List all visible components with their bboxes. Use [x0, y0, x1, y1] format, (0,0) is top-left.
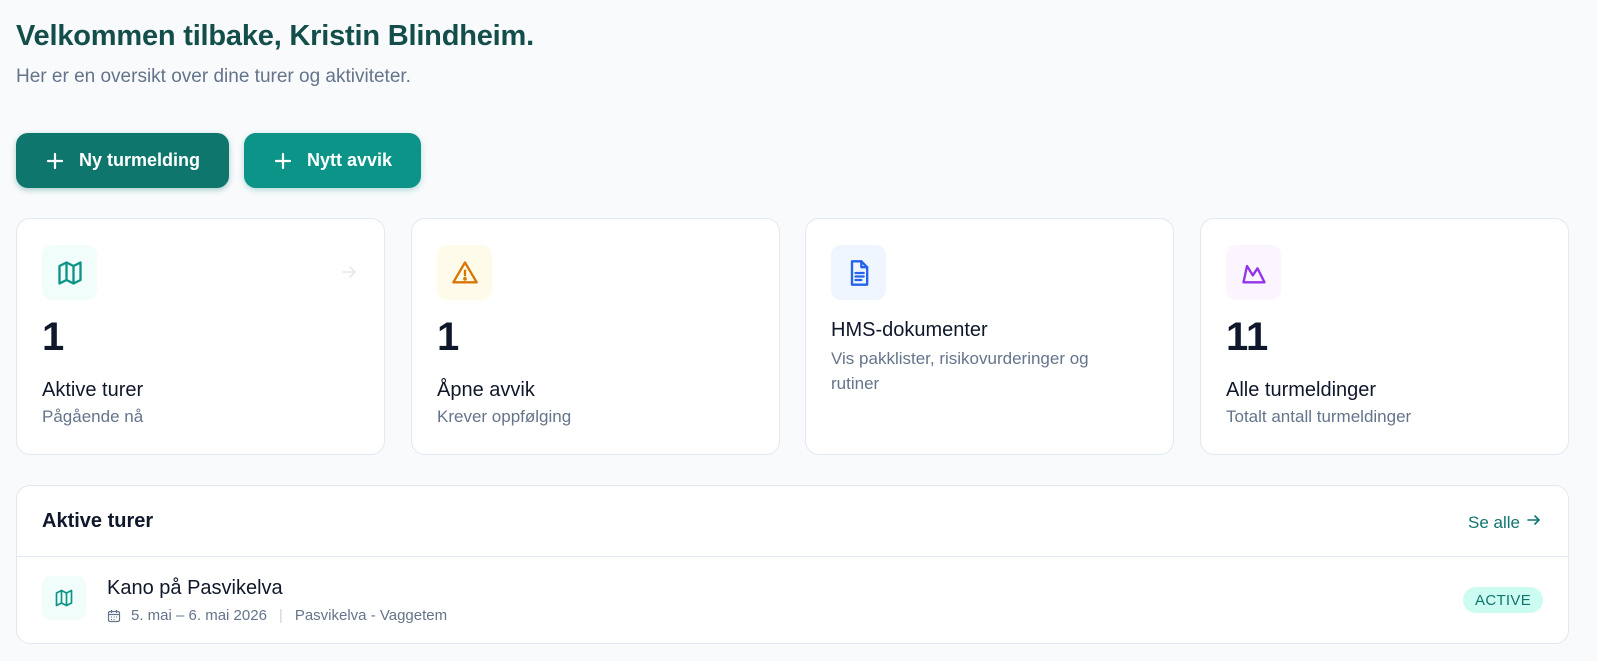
active-trips-label: Aktive turer: [42, 379, 144, 401]
mountain-icon: [1226, 245, 1281, 300]
panel-title: Aktive turer: [42, 510, 154, 532]
page-title: Velkommen tilbake, Kristin Blindheim.: [16, 20, 534, 52]
new-deviation-button-label: Nytt avvik: [306, 150, 393, 170]
map-icon: [42, 576, 86, 620]
map-icon: [42, 245, 97, 300]
active-trips-card[interactable]: 1 Aktive turer Pågående nå: [16, 218, 385, 455]
active-trips-panel: Aktive turer Se alle Kano på Pasvikelva: [16, 485, 1569, 644]
status-badge: ACTIVE: [1463, 587, 1543, 613]
hms-documents-card[interactable]: HMS-dokumenter Vis pakklister, risikovur…: [805, 218, 1174, 455]
page-subtitle: Her er en oversikt over dine turer og ak…: [16, 66, 411, 87]
new-deviation-button[interactable]: Nytt avvik: [244, 133, 421, 188]
open-deviations-label: Åpne avvik: [437, 379, 535, 401]
panel-header: Aktive turer Se alle: [17, 486, 1568, 557]
all-trips-sub: Totalt antall turmeldinger: [1226, 407, 1412, 426]
active-trips-count: 1: [42, 315, 65, 359]
open-deviations-card[interactable]: 1 Åpne avvik Krever oppfølging: [411, 218, 780, 455]
all-trips-label: Alle turmeldinger: [1226, 379, 1377, 401]
arrow-right-icon: [340, 263, 358, 281]
new-trip-button[interactable]: Ny turmelding: [16, 133, 229, 188]
all-trips-count: 11: [1226, 315, 1269, 359]
new-trip-button-label: Ny turmelding: [78, 150, 200, 170]
see-all-link[interactable]: Se alle: [1468, 512, 1542, 533]
see-all-label: Se alle: [1468, 512, 1520, 532]
active-trips-sub: Pågående nå: [42, 407, 144, 426]
open-deviations-count: 1: [437, 315, 460, 359]
trip-location: Pasvikelva - Vaggetem: [294, 607, 448, 624]
document-icon: [831, 245, 886, 300]
open-deviations-sub: Krever oppfølging: [437, 407, 572, 426]
hms-documents-label: HMS-dokumenter: [831, 319, 988, 341]
plus-icon: [273, 151, 293, 171]
trip-name: Kano på Pasvikelva: [107, 577, 283, 599]
arrow-right-icon: [1526, 512, 1542, 533]
calendar-icon: [107, 609, 121, 623]
trip-meta: 5. mai – 6. mai 2026 | Pasvikelva - Vagg…: [107, 607, 447, 624]
trip-dates: 5. mai – 6. mai 2026: [131, 607, 267, 624]
plus-icon: [45, 151, 65, 171]
all-trips-card[interactable]: 11 Alle turmeldinger Totalt antall turme…: [1200, 218, 1569, 455]
meta-divider: |: [278, 607, 283, 624]
trip-row[interactable]: Kano på Pasvikelva 5. mai – 6. mai 2026 …: [17, 557, 1568, 645]
warning-icon: [437, 245, 492, 300]
hms-documents-sub: Vis pakklister, risikovurderinger og rut…: [831, 349, 1089, 393]
